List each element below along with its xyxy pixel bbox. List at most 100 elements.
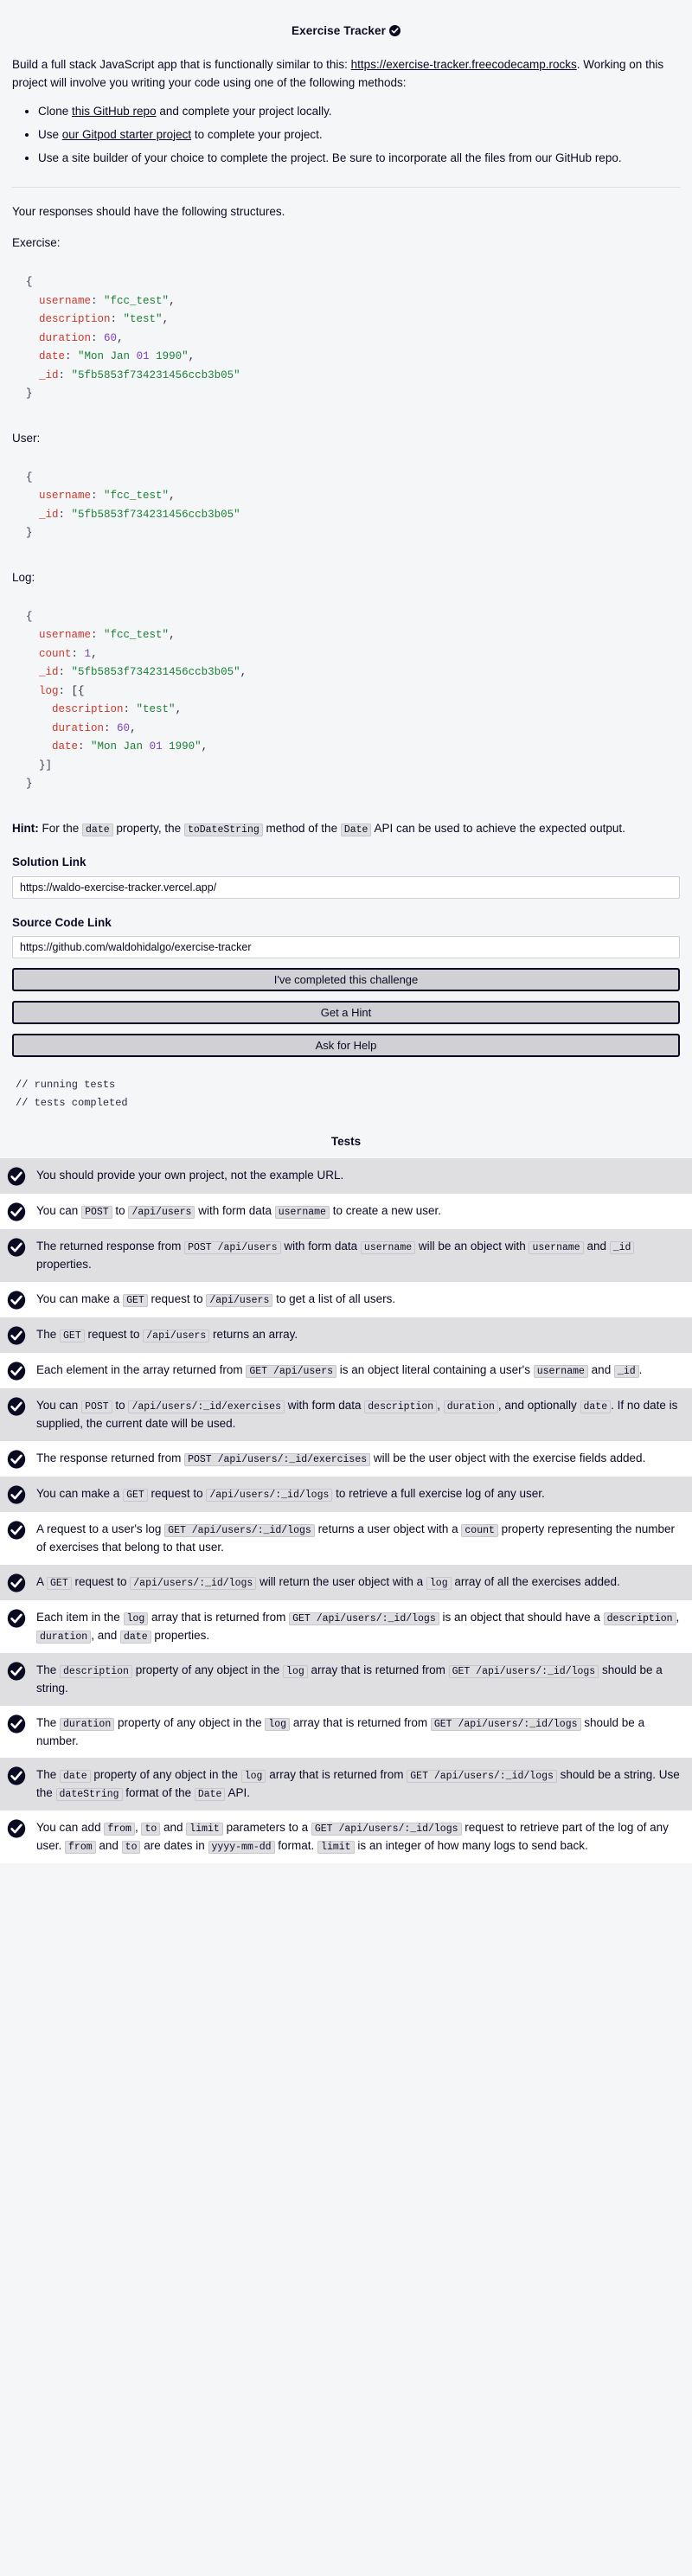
test-row: You can make a GET request to /api/users… — [0, 1282, 692, 1318]
inline-code: GET /api/users/:_id/logs — [448, 1664, 599, 1678]
inline-code: log — [123, 1612, 149, 1625]
inline-code: username — [533, 1365, 588, 1379]
test-row: You can add from, to and limit parameter… — [0, 1810, 692, 1864]
test-pass-check-icon — [7, 1238, 26, 1258]
test-pass-check-icon — [7, 1202, 26, 1222]
inline-code: /api/users — [143, 1330, 210, 1343]
challenge-page: Exercise Tracker Build a full stack Java… — [0, 0, 692, 1864]
test-description: The response returned from POST /api/use… — [36, 1451, 646, 1467]
exercise-code-block: { username: "fcc_test", description: "te… — [12, 261, 680, 416]
inline-code: to — [121, 1841, 141, 1855]
inline-code: date — [580, 1400, 612, 1414]
test-row: Each item in the log array that is retur… — [0, 1599, 692, 1653]
inline-code: from — [65, 1841, 96, 1855]
method-after: and complete your project locally. — [156, 104, 332, 118]
inline-code: description — [60, 1664, 132, 1678]
exercise-label: Exercise: — [12, 236, 61, 250]
inline-code: GET /api/users/:_id/logs — [407, 1770, 557, 1784]
method-before: Use a site builder of your choice to com… — [38, 151, 622, 164]
inline-code: log — [265, 1717, 291, 1731]
test-pass-check-icon — [7, 1450, 26, 1469]
inline-code: _id — [609, 1241, 635, 1255]
inline-code: GET /api/users/:_id/logs — [311, 1823, 462, 1836]
method-before: Use — [38, 127, 62, 141]
test-description: You can make a GET request to /api/users… — [36, 1487, 545, 1503]
source-code-link-label: Source Code Link — [12, 915, 112, 929]
hint-paragraph: Hint: For the date property, the toDateS… — [12, 820, 680, 838]
divider — [12, 186, 680, 188]
method-before: Clone — [38, 104, 73, 118]
test-row: The returned response from POST /api/use… — [0, 1229, 692, 1283]
test-pass-check-icon — [7, 1521, 26, 1540]
test-description: You should provide your own project, not… — [36, 1169, 344, 1182]
example-project-link[interactable]: https://exercise-tracker.freecodecamp.ro… — [351, 58, 577, 71]
inline-code: /api/users — [206, 1294, 273, 1308]
inline-code: /api/users — [128, 1206, 195, 1220]
solution-link-input[interactable] — [12, 875, 680, 899]
inline-code: duration — [443, 1400, 498, 1414]
test-pass-check-icon — [7, 1397, 26, 1416]
test-row: A GET request to /api/users/:_id/logs wi… — [0, 1564, 692, 1600]
test-pass-check-icon — [7, 1662, 26, 1681]
test-description: The returned response from POST /api/use… — [36, 1237, 683, 1274]
test-console-output: // running tests // tests completed — [12, 1076, 680, 1112]
hint-part4: API can be used to achieve the expected … — [371, 821, 625, 835]
inline-code: limit — [317, 1841, 355, 1855]
inline-code: count — [461, 1524, 498, 1538]
tests-list: You should provide your own project, not… — [0, 1158, 692, 1864]
test-description: You can POST to /api/users with form dat… — [36, 1204, 442, 1220]
test-row: The duration property of any object in t… — [0, 1705, 692, 1759]
inline-code: GET /api/users — [246, 1365, 336, 1379]
gitpod-starter-link[interactable]: our Gitpod starter project — [62, 128, 191, 141]
github-repo-link[interactable]: this GitHub repo — [72, 105, 157, 118]
method-after: to complete your project. — [191, 127, 323, 141]
inline-code: POST — [81, 1400, 112, 1414]
test-description: The date property of any object in the l… — [36, 1768, 680, 1802]
list-item: Use a site builder of your choice to com… — [38, 150, 680, 168]
page-title-text: Exercise Tracker — [292, 24, 386, 37]
test-description: A request to a user's log GET /api/users… — [36, 1522, 676, 1554]
test-row: A request to a user's log GET /api/users… — [0, 1512, 692, 1565]
test-row: You can POST to /api/users with form dat… — [0, 1194, 692, 1230]
inline-code: GET — [60, 1330, 85, 1343]
test-description: You can POST to /api/users/:_id/exercise… — [36, 1399, 678, 1431]
test-description: Each item in the log array that is retur… — [36, 1610, 680, 1644]
inline-code: dateString — [55, 1788, 123, 1802]
test-description: The description property of any object i… — [36, 1663, 663, 1695]
inline-code: limit — [186, 1823, 223, 1836]
test-row: Each element in the array returned from … — [0, 1353, 692, 1389]
inline-code: Date — [194, 1788, 226, 1802]
list-item: Use our Gitpod starter project to comple… — [38, 126, 680, 144]
test-pass-check-icon — [7, 1167, 26, 1187]
test-row: The GET request to /api/users returns an… — [0, 1317, 692, 1354]
source-code-link-input[interactable] — [12, 936, 680, 959]
check-circle-icon — [388, 24, 400, 42]
page-title: Exercise Tracker — [12, 0, 680, 46]
inline-code: yyyy-mm-dd — [208, 1841, 275, 1855]
ask-for-help-button[interactable]: Ask for Help — [12, 1034, 680, 1058]
completed-challenge-button[interactable]: I've completed this challenge — [12, 968, 680, 992]
inline-code: username — [360, 1241, 416, 1255]
test-pass-check-icon — [7, 1573, 26, 1592]
inline-code: _id — [613, 1365, 639, 1379]
methods-list: Clone this GitHub repo and complete your… — [12, 103, 680, 168]
structures-lead: Your responses should have the following… — [12, 204, 285, 218]
inline-code: description — [603, 1612, 676, 1625]
test-row: The response returned from POST /api/use… — [0, 1441, 692, 1477]
test-row: You should provide your own project, not… — [0, 1158, 692, 1195]
list-item: Clone this GitHub repo and complete your… — [38, 103, 680, 121]
inline-code: date — [60, 1770, 91, 1784]
get-hint-button[interactable]: Get a Hint — [12, 1001, 680, 1025]
inline-code: from — [104, 1823, 135, 1836]
inline-code: description — [364, 1400, 438, 1414]
inline-code: date — [82, 823, 113, 836]
test-description: A GET request to /api/users/:_id/logs wi… — [36, 1574, 620, 1590]
hint-part1: For the — [38, 821, 83, 835]
intro-text-before: Build a full stack JavaScript app that i… — [12, 57, 351, 71]
inline-code: Date — [340, 823, 372, 836]
inline-code: GET /api/users/:_id/logs — [430, 1717, 581, 1731]
test-pass-check-icon — [7, 1362, 26, 1381]
test-description: You can make a GET request to /api/users… — [36, 1292, 396, 1308]
log-label: Log: — [12, 570, 35, 584]
test-pass-check-icon — [7, 1766, 26, 1786]
